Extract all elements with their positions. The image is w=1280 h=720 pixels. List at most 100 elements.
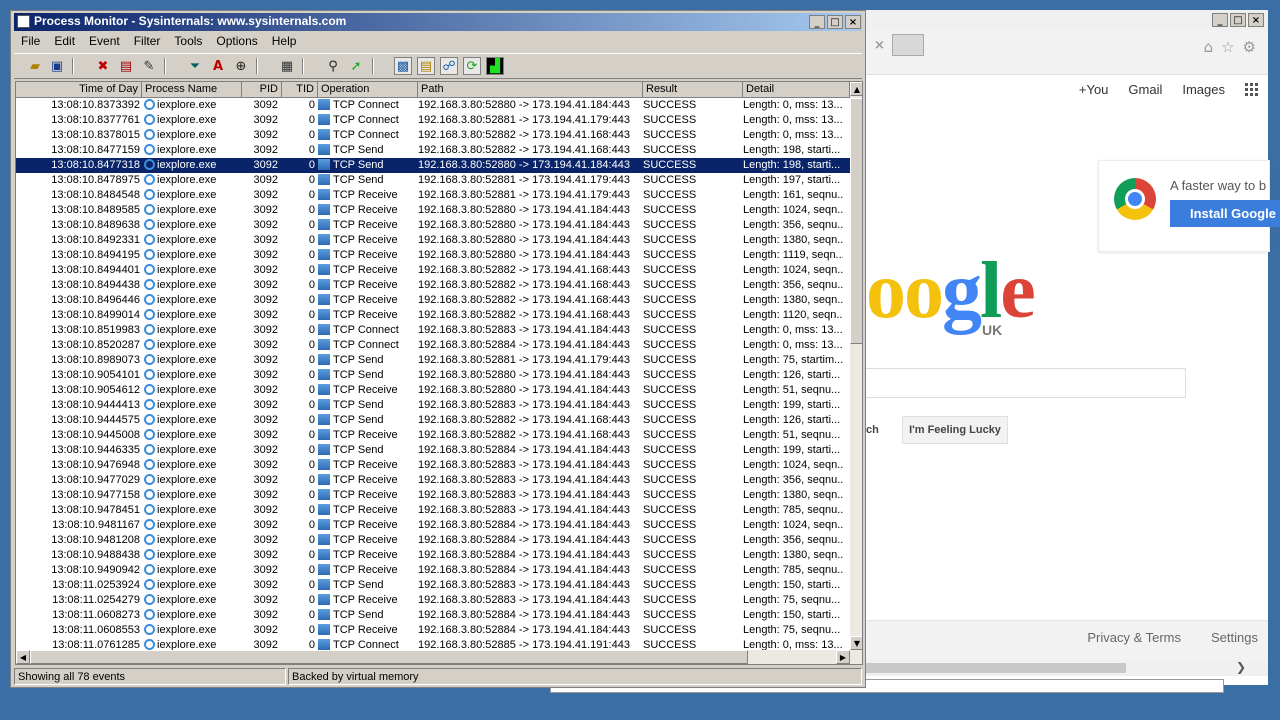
column-process-name[interactable]: Process Name	[142, 82, 242, 97]
table-row[interactable]: 13:08:10.8478975 iexplore.exe 3092 0 TCP Sen…	[16, 173, 850, 188]
column-tid[interactable]: TID	[282, 82, 318, 97]
table-row[interactable]: 13:08:11.0253924 iexplore.exe 3092 0 TCP Sen…	[16, 578, 850, 593]
scroll-right-icon[interactable]: ❯	[1236, 660, 1246, 674]
highlight-icon[interactable]: A	[209, 57, 227, 75]
close-icon[interactable]: ×	[845, 15, 861, 29]
table-row[interactable]: 13:08:10.9444575 iexplore.exe 3092 0 TCP Sen…	[16, 413, 850, 428]
table-row[interactable]: 13:08:10.8499014 iexplore.exe 3092 0 TCP Rec…	[16, 308, 850, 323]
scrollbar-thumb[interactable]	[850, 98, 862, 344]
filter-icon[interactable]: ⏷	[186, 57, 204, 75]
table-row[interactable]: 13:08:10.8373392 iexplore.exe 3092 0 TCP Con…	[16, 98, 850, 113]
feeling-lucky-button[interactable]: I'm Feeling Lucky	[902, 416, 1008, 444]
table-row[interactable]: 13:08:10.8494401 iexplore.exe 3092 0 TCP Rec…	[16, 263, 850, 278]
autoscroll-icon[interactable]: ▤	[117, 57, 135, 75]
scroll-up-icon[interactable]: ▲	[850, 82, 862, 96]
minimize-icon[interactable]: _	[809, 15, 825, 29]
table-row[interactable]: 13:08:10.9446335 iexplore.exe 3092 0 TCP Sen…	[16, 443, 850, 458]
scrollbar-thumb[interactable]	[866, 663, 1126, 673]
close-icon[interactable]: ×	[1248, 13, 1264, 27]
tab-close-icon[interactable]: ×	[874, 38, 885, 53]
table-row[interactable]: 13:08:10.9481208 iexplore.exe 3092 0 TCP Rec…	[16, 533, 850, 548]
table-row[interactable]: 13:08:10.8377761 iexplore.exe 3092 0 TCP Con…	[16, 113, 850, 128]
privacy-terms-link[interactable]: Privacy & Terms	[1087, 630, 1181, 645]
vertical-scrollbar[interactable]: ▲ ▼	[850, 82, 862, 664]
star-icon[interactable]: ☆	[1221, 38, 1234, 56]
column-time[interactable]: Time of Day	[16, 82, 142, 97]
maximize-icon[interactable]: □	[1230, 13, 1246, 27]
menu-event[interactable]: Event	[82, 33, 127, 51]
table-row[interactable]: 13:08:10.8519983 iexplore.exe 3092 0 TCP Con…	[16, 323, 850, 338]
table-row[interactable]: 13:08:10.8492331 iexplore.exe 3092 0 TCP Rec…	[16, 233, 850, 248]
process-tree-icon[interactable]: ▦	[278, 57, 296, 75]
menu-filter[interactable]: Filter	[127, 33, 168, 51]
table-row[interactable]: 13:08:10.9477029 iexplore.exe 3092 0 TCP Rec…	[16, 473, 850, 488]
scroll-down-icon[interactable]: ▼	[850, 636, 862, 650]
scroll-left-icon[interactable]: ◀	[16, 650, 30, 664]
table-row[interactable]: 13:08:10.8484548 iexplore.exe 3092 0 TCP Rec…	[16, 188, 850, 203]
gmail-link[interactable]: Gmail	[1128, 82, 1162, 97]
column-path[interactable]: Path	[418, 82, 643, 97]
registry-activity-icon[interactable]: ▩	[394, 57, 412, 75]
table-row[interactable]: 13:08:10.9477158 iexplore.exe 3092 0 TCP Rec…	[16, 488, 850, 503]
include-process-icon[interactable]: ⊕	[232, 57, 250, 75]
process-activity-icon[interactable]: ⟳	[463, 57, 481, 75]
open-folder-icon[interactable]: ▰	[26, 57, 44, 75]
profiling-events-icon[interactable]: ▟	[486, 57, 504, 75]
table-row[interactable]: 13:08:10.8477159 iexplore.exe 3092 0 TCP Sen…	[16, 143, 850, 158]
browser-horizontal-scrollbar[interactable]: ❯	[866, 660, 1268, 676]
google-search-input[interactable]	[866, 368, 1186, 398]
save-icon[interactable]: ▣	[48, 57, 66, 75]
jump-icon[interactable]: ➚	[347, 57, 365, 75]
table-row[interactable]: 13:08:11.0608273 iexplore.exe 3092 0 TCP Sen…	[16, 608, 850, 623]
table-row[interactable]: 13:08:10.9490942 iexplore.exe 3092 0 TCP Rec…	[16, 563, 850, 578]
menu-file[interactable]: File	[14, 33, 47, 51]
table-row[interactable]: 13:08:10.8489585 iexplore.exe 3092 0 TCP Rec…	[16, 203, 850, 218]
table-row[interactable]: 13:08:10.8378015 iexplore.exe 3092 0 TCP Con…	[16, 128, 850, 143]
table-row[interactable]: 13:08:10.9444413 iexplore.exe 3092 0 TCP Sen…	[16, 398, 850, 413]
gear-icon[interactable]: ⚙	[1243, 38, 1256, 56]
find-icon[interactable]: ⚲	[324, 57, 342, 75]
clear-icon[interactable]: ✎	[140, 57, 158, 75]
plus-you-link[interactable]: +You	[1079, 82, 1109, 97]
network-activity-icon[interactable]: ☍	[440, 57, 458, 75]
table-row[interactable]: 13:08:10.9445008 iexplore.exe 3092 0 TCP Rec…	[16, 428, 850, 443]
table-row[interactable]: 13:08:10.8494195 iexplore.exe 3092 0 TCP Rec…	[16, 248, 850, 263]
menu-edit[interactable]: Edit	[47, 33, 82, 51]
table-row[interactable]: 13:08:10.9054612 iexplore.exe 3092 0 TCP Rec…	[16, 383, 850, 398]
column-operation[interactable]: Operation	[318, 82, 418, 97]
new-tab-button[interactable]	[892, 34, 924, 56]
minimize-icon[interactable]: _	[1212, 13, 1228, 27]
column-detail[interactable]: Detail	[743, 82, 850, 97]
table-row[interactable]: 13:08:10.8489638 iexplore.exe 3092 0 TCP Rec…	[16, 218, 850, 233]
table-row[interactable]: 13:08:10.9478451 iexplore.exe 3092 0 TCP Rec…	[16, 503, 850, 518]
table-row[interactable]: 13:08:10.8989073 iexplore.exe 3092 0 TCP Sen…	[16, 353, 850, 368]
menu-options[interactable]: Options	[209, 33, 264, 51]
column-result[interactable]: Result	[643, 82, 743, 97]
settings-link[interactable]: Settings	[1211, 630, 1258, 645]
images-link[interactable]: Images	[1182, 82, 1225, 97]
install-chrome-button[interactable]: Install Google	[1170, 200, 1280, 227]
scroll-right-icon[interactable]: ▶	[836, 650, 850, 664]
table-row[interactable]: 13:08:10.9481167 iexplore.exe 3092 0 TCP Rec…	[16, 518, 850, 533]
home-icon[interactable]: ⌂	[1204, 38, 1214, 56]
capture-icon[interactable]: ✖	[94, 57, 112, 75]
table-row[interactable]: 13:08:10.8496446 iexplore.exe 3092 0 TCP Rec…	[16, 293, 850, 308]
table-row[interactable]: 13:08:10.9054101 iexplore.exe 3092 0 TCP Sen…	[16, 368, 850, 383]
table-row[interactable]: 13:08:11.0608553 iexplore.exe 3092 0 TCP Rec…	[16, 623, 850, 638]
table-row[interactable]: 13:08:10.9476948 iexplore.exe 3092 0 TCP Rec…	[16, 458, 850, 473]
table-row[interactable]: 13:08:10.9488438 iexplore.exe 3092 0 TCP Rec…	[16, 548, 850, 563]
apps-grid-icon[interactable]	[1245, 83, 1258, 96]
maximize-icon[interactable]: □	[827, 15, 843, 29]
event-list[interactable]: Time of Day Process Name PID TID Operati…	[15, 81, 863, 665]
table-row[interactable]: 13:08:10.8477318 iexplore.exe 3092 0 TCP Sen…	[16, 158, 850, 173]
scrollbar-thumb[interactable]	[30, 650, 748, 664]
menu-tools[interactable]: Tools	[167, 33, 209, 51]
column-pid[interactable]: PID	[242, 82, 282, 97]
table-row[interactable]: 13:08:11.0254279 iexplore.exe 3092 0 TCP Rec…	[16, 593, 850, 608]
google-search-button[interactable]: ch	[866, 416, 880, 444]
filesystem-activity-icon[interactable]: ▤	[417, 57, 435, 75]
table-row[interactable]: 13:08:10.8494438 iexplore.exe 3092 0 TCP Rec…	[16, 278, 850, 293]
table-row[interactable]: 13:08:10.8520287 iexplore.exe 3092 0 TCP Con…	[16, 338, 850, 353]
horizontal-scrollbar[interactable]: ◀ ▶	[16, 650, 850, 664]
menu-help[interactable]: Help	[265, 33, 304, 51]
